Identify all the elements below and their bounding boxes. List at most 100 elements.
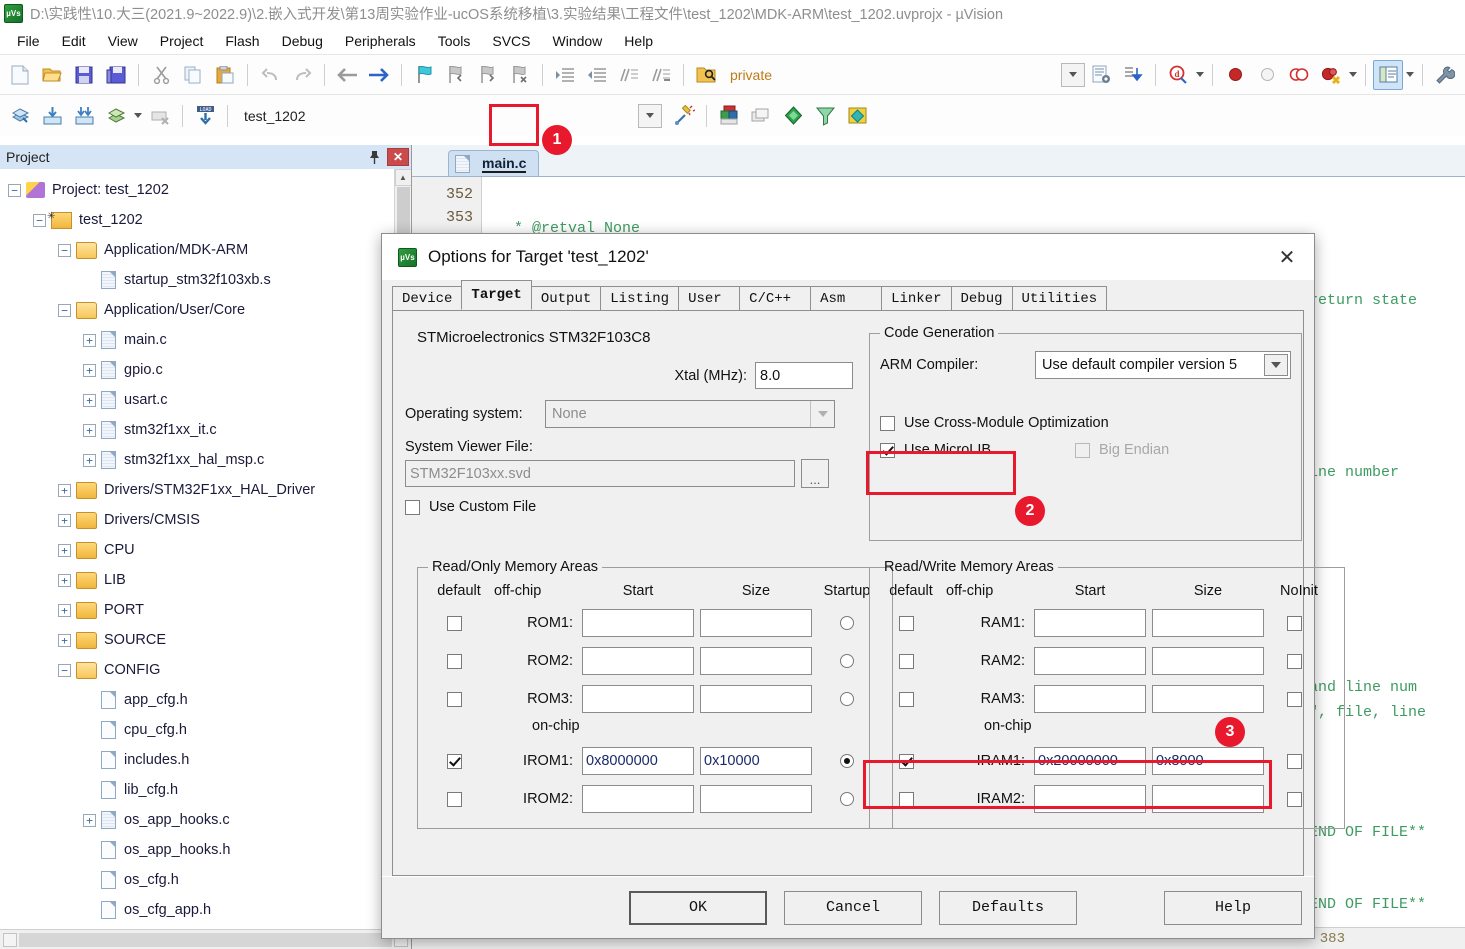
rom3-size-input[interactable] [700, 685, 812, 713]
expand-icon[interactable]: + [83, 363, 96, 377]
expand-icon[interactable]: + [58, 633, 71, 647]
comment-icon[interactable] [614, 60, 644, 90]
tree-item[interactable]: + LIB [0, 565, 394, 595]
rom2-startup-radio[interactable] [840, 654, 854, 668]
tab-asm[interactable]: Asm [810, 286, 883, 310]
ok-button[interactable]: OK [629, 890, 767, 925]
breakpoint-insert-icon[interactable] [1220, 60, 1250, 90]
tab-device[interactable]: Device [392, 286, 463, 310]
component-icon[interactable] [778, 101, 808, 131]
menu-item-project[interactable]: Project [149, 30, 215, 52]
save-icon[interactable] [69, 60, 99, 90]
breakpoint-dropdown-caret-icon[interactable] [1347, 62, 1359, 88]
use-cross-module-optimization-checkbox[interactable] [880, 415, 895, 431]
batch-build-dropdown-caret-icon[interactable] [132, 103, 144, 129]
open-folder-search-icon[interactable] [691, 60, 721, 90]
navigate-forward-icon[interactable] [364, 60, 394, 90]
tree-item[interactable]: + os_app_hooks.c [0, 805, 394, 835]
translate-icon[interactable] [5, 101, 35, 131]
tree-item[interactable]: + CPU [0, 535, 394, 565]
scroll-up-icon[interactable]: ▲ [394, 169, 411, 186]
cancel-button[interactable]: Cancel [784, 890, 922, 925]
scrollbar-thumb[interactable] [396, 187, 410, 233]
tree-item[interactable]: + SOURCE [0, 625, 394, 655]
chevron-down-icon[interactable] [810, 401, 834, 427]
menu-item-window[interactable]: Window [542, 30, 614, 52]
tree-item[interactable]: app_cfg.h [0, 685, 394, 715]
menu-item-view[interactable]: View [97, 30, 149, 52]
tree-item[interactable]: + stm32f1xx_hal_msp.c [0, 445, 394, 475]
expand-icon[interactable]: + [58, 603, 71, 617]
use-microlib-checkbox[interactable] [880, 442, 895, 458]
expand-icon[interactable]: + [58, 573, 71, 587]
breakpoint-kill-all-icon[interactable] [1316, 60, 1346, 90]
breakpoint-disable-all-icon[interactable] [1284, 60, 1314, 90]
tree-item[interactable]: − Project: test_1202 [0, 175, 394, 205]
tab-cpp[interactable]: C/C++ [739, 286, 812, 310]
ram1-noinit-checkbox[interactable] [1287, 615, 1302, 631]
tab-user[interactable]: User [678, 286, 741, 310]
rom2-default-checkbox[interactable] [447, 653, 462, 669]
big-endian-row[interactable]: Big Endian [1075, 442, 1169, 458]
open-file-icon[interactable] [37, 60, 67, 90]
system-viewer-file-input[interactable]: STM32F103xx.svd [405, 460, 795, 487]
iram1-start-input[interactable]: 0x20000000 [1034, 747, 1146, 775]
indent-icon[interactable] [550, 60, 580, 90]
packs-icon[interactable] [842, 101, 872, 131]
debug-step-icon[interactable] [1118, 60, 1148, 90]
undo-icon[interactable] [255, 60, 285, 90]
expand-icon[interactable]: + [58, 543, 71, 557]
operating-system-select[interactable]: None [545, 400, 835, 428]
defaults-button[interactable]: Defaults [939, 890, 1077, 925]
collapse-icon[interactable]: − [58, 243, 71, 257]
bookmark-toggle-icon[interactable] [409, 60, 439, 90]
menu-item-flash[interactable]: Flash [214, 30, 270, 52]
editor-tab-main-c[interactable]: main.c [448, 150, 540, 176]
expand-icon[interactable]: + [83, 333, 96, 347]
rom1-default-checkbox[interactable] [447, 615, 462, 631]
iram1-default-checkbox[interactable] [899, 753, 914, 769]
ram1-default-checkbox[interactable] [899, 615, 914, 631]
ram2-noinit-checkbox[interactable] [1287, 653, 1302, 669]
tree-item[interactable]: + usart.c [0, 385, 394, 415]
ram3-default-checkbox[interactable] [899, 691, 914, 707]
use-custom-file-checkbox[interactable] [405, 499, 420, 515]
rom2-size-input[interactable] [700, 647, 812, 675]
tree-item[interactable]: cpu_cfg.h [0, 715, 394, 745]
project-window-icon[interactable] [1373, 59, 1403, 90]
rom1-startup-radio[interactable] [840, 616, 854, 630]
browse-button[interactable]: ... [801, 459, 829, 488]
irom1-size-input[interactable]: 0x10000 [700, 747, 812, 775]
dropdown-caret-icon[interactable] [1061, 62, 1085, 87]
expand-icon[interactable]: + [83, 393, 96, 407]
hscroll-left-icon[interactable] [3, 932, 17, 947]
rom3-default-checkbox[interactable] [447, 691, 462, 707]
irom2-start-input[interactable] [582, 785, 694, 813]
tree-item[interactable]: − CONFIG [0, 655, 394, 685]
tree-item[interactable]: os_app_hooks.h [0, 835, 394, 865]
irom2-startup-radio[interactable] [840, 792, 854, 806]
collapse-icon[interactable]: − [58, 663, 71, 677]
close-icon[interactable]: ✕ [1266, 240, 1308, 274]
menu-item-edit[interactable]: Edit [51, 30, 97, 52]
arm-compiler-select[interactable]: Use default compiler version 5 [1035, 351, 1291, 379]
iram2-default-checkbox[interactable] [899, 791, 914, 807]
find-in-files-icon[interactable]: d [1163, 60, 1193, 90]
rebuild-icon[interactable] [69, 101, 99, 131]
menu-item-file[interactable]: File [6, 30, 51, 52]
copy-icon[interactable] [178, 60, 208, 90]
big-endian-checkbox[interactable] [1075, 442, 1090, 458]
expand-icon[interactable]: + [83, 423, 96, 437]
cut-icon[interactable] [146, 60, 176, 90]
tree-item[interactable]: + Drivers/STM32F1xx_HAL_Driver [0, 475, 394, 505]
iram1-size-input[interactable]: 0x8000 [1152, 747, 1264, 775]
rom3-startup-radio[interactable] [840, 692, 854, 706]
target-options-icon[interactable] [669, 101, 699, 131]
irom2-default-checkbox[interactable] [447, 791, 462, 807]
tree-item[interactable]: − Application/User/Core [0, 295, 394, 325]
configure-tools-icon[interactable] [1430, 60, 1460, 90]
tab-debug[interactable]: Debug [950, 286, 1013, 310]
rom1-size-input[interactable] [700, 609, 812, 637]
iram2-start-input[interactable] [1034, 785, 1146, 813]
irom1-default-checkbox[interactable] [447, 753, 462, 769]
